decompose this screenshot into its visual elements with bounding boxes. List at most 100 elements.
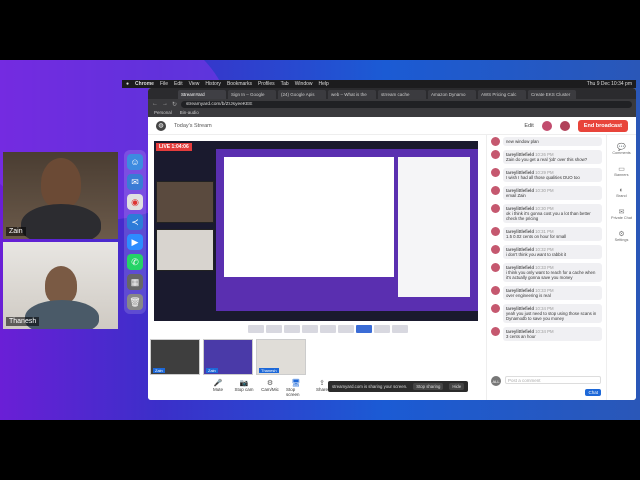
menubar-item[interactable]: View	[189, 81, 200, 87]
user-avatar[interactable]	[541, 120, 552, 131]
camera-tile-zain: Zain	[3, 152, 118, 239]
chat-message: tareylittlefield 10:33 PM i think you onl…	[487, 261, 606, 284]
stream-canvas: LIVE 1:04:06	[154, 141, 478, 321]
message-time: 10:30 PM	[535, 188, 554, 193]
message-bubble: tareylittlefield 10:34 PM yeah you just n…	[503, 304, 602, 323]
calculator-icon[interactable]: ▦	[127, 274, 143, 290]
browser-tab[interactable]: StreamYard	[178, 90, 226, 99]
edit-button[interactable]: Edit	[524, 123, 533, 129]
comment-list: new window plan tareylittlefield 10:26 PM…	[487, 135, 606, 343]
layout-option[interactable]	[266, 325, 282, 333]
comments-icon: 💬	[617, 144, 626, 151]
reload-icon[interactable]: ↻	[172, 101, 177, 108]
stop-cam-button[interactable]: 📷 Stop cam	[234, 379, 254, 397]
browser-tab[interactable]: Sign In – Google	[228, 90, 276, 99]
menubar-item[interactable]: Edit	[174, 81, 183, 87]
message-bubble: tareylittlefield 10:33 PM i think you onl…	[503, 263, 602, 282]
chat-message: new window plan	[487, 135, 606, 148]
composer-avatar[interactable]: ALL	[491, 376, 501, 386]
message-bubble: tareylittlefield 10:34 PM 3 cents an hour	[503, 327, 602, 341]
microphone-icon: 🎤	[213, 380, 223, 387]
layout-option[interactable]	[374, 325, 390, 333]
nested-chat-panel	[398, 157, 470, 297]
stop-screen-button[interactable]: 🖥 Stop screen	[286, 379, 306, 397]
layout-option[interactable]	[338, 325, 354, 333]
layout-option[interactable]	[392, 325, 408, 333]
layout-option[interactable]	[248, 325, 264, 333]
browser-tab[interactable]: AWS Pricing Calc	[478, 90, 526, 99]
chrome-icon[interactable]: ◉	[127, 194, 143, 210]
stream-title: Today's Stream	[174, 122, 212, 129]
streamyard-logo-icon: ◍	[156, 120, 166, 131]
menubar-item[interactable]: Chrome	[135, 81, 154, 87]
screen-sharing-bar: streamyard.com is sharing your screen. S…	[328, 381, 469, 392]
address-bar: ← → ↻ streamyard.com/b/ZrJsyeeKEE	[148, 99, 636, 109]
camera-icon: 📷	[239, 380, 249, 387]
layout-option[interactable]	[320, 325, 336, 333]
share-icon: ⇪	[319, 380, 325, 387]
browser-tab[interactable]: (24) Google Apis	[278, 90, 326, 99]
browser-tab[interactable]: strream cache	[378, 90, 426, 99]
browser-tab[interactable]: Create EKS Cluster	[528, 90, 576, 99]
menubar-item[interactable]: Tab	[281, 81, 289, 87]
layout-option[interactable]	[302, 325, 318, 333]
hide-button[interactable]: Hide	[449, 383, 465, 390]
message-text: I wish I had all those qualities DUO too	[506, 175, 580, 180]
stop-sharing-button[interactable]: Stop sharing	[413, 383, 444, 390]
backstage-name: Zain	[206, 368, 218, 373]
layout-option-selected[interactable]	[356, 325, 372, 333]
message-text: 1.5 0.02 cents on hour for small	[506, 234, 567, 239]
url-field[interactable]: streamyard.com/b/ZrJsyeeKEE	[181, 100, 632, 108]
vscode-icon[interactable]: ≺	[127, 214, 143, 230]
back-icon[interactable]: ←	[152, 101, 158, 107]
control-label: Cam/Mic	[261, 387, 279, 392]
browser-tab[interactable]: web – What is the	[328, 90, 376, 99]
browser-tab[interactable]: Amazon Dynamo	[428, 90, 476, 99]
message-text: i don't think you want to rabbit it	[506, 252, 567, 257]
menubar-item[interactable]: Bookmarks	[227, 81, 252, 87]
backstage-tile[interactable]: Thanesh	[256, 339, 306, 375]
layout-option[interactable]	[284, 325, 300, 333]
message-bubble: new window plan	[503, 137, 602, 146]
apple-menu-icon[interactable]: ●	[126, 81, 129, 87]
trash-icon[interactable]: 🗑	[127, 294, 143, 310]
mail-icon[interactable]: ✉	[127, 174, 143, 190]
menubar-item[interactable]: History	[205, 81, 221, 87]
mac-dock: ☺ ✉ ◉ ≺ ▶ ✆ ▦ 🗑	[124, 150, 146, 314]
forward-icon[interactable]: →	[162, 101, 168, 107]
sidebar-item-comments[interactable]: 💬 Comments	[612, 143, 630, 155]
bookmark-item[interactable]: Personal	[154, 110, 172, 116]
control-label: Share	[315, 387, 328, 392]
chat-send-button[interactable]: Chat	[585, 389, 601, 396]
message-time: 10:34 PM	[535, 329, 554, 334]
backstage-tile[interactable]: Zain	[150, 339, 200, 375]
mute-button[interactable]: 🎤 Mute	[208, 379, 228, 397]
banner-icon: ▭	[618, 166, 625, 173]
studio-controls: 🎤 Mute 📷 Stop cam ⚙ Cam/Mic 🖥 Stop screen ⇪ S…	[208, 379, 332, 397]
finder-icon[interactable]: ☺	[127, 154, 143, 170]
sidebar-item-private-chat[interactable]: ✉ Private Chat	[611, 208, 632, 220]
commenter-avatar	[491, 245, 500, 254]
whatsapp-icon[interactable]: ✆	[127, 254, 143, 270]
message-text: i think you only want to reach for a cac…	[506, 270, 596, 280]
end-broadcast-button[interactable]: End broadcast	[577, 119, 628, 132]
message-text: over engineering is real	[506, 293, 551, 298]
user-avatar[interactable]	[559, 120, 570, 131]
sidebar-item-banners[interactable]: ▭ Banners	[614, 165, 628, 177]
cam-mic-button[interactable]: ⚙ Cam/Mic	[260, 379, 280, 397]
menubar-item[interactable]: File	[160, 81, 168, 87]
zoom-icon[interactable]: ▶	[127, 234, 143, 250]
sidebar-item-settings[interactable]: ⚙ Settings	[615, 230, 629, 242]
camera-tile-thanesh: Thanesh	[3, 242, 118, 329]
sidebar-item-brand[interactable]: ◐ Brand	[616, 187, 626, 198]
comment-input[interactable]: Post a comment	[505, 376, 601, 384]
backstage-tile[interactable]: Zain	[203, 339, 253, 375]
nested-browser-window	[224, 157, 394, 277]
bookmark-item[interactable]: Bin-audio	[180, 110, 199, 116]
menubar-item[interactable]: Window	[295, 81, 313, 87]
menubar-item[interactable]: Help	[319, 81, 329, 87]
backstage-row: Zain Zain Thanesh	[150, 339, 306, 375]
menubar-item[interactable]: Profiles	[258, 81, 275, 87]
screen-share-view	[216, 149, 478, 311]
message-bubble: tareylittlefield 10:30 PM email Zain	[503, 186, 602, 200]
